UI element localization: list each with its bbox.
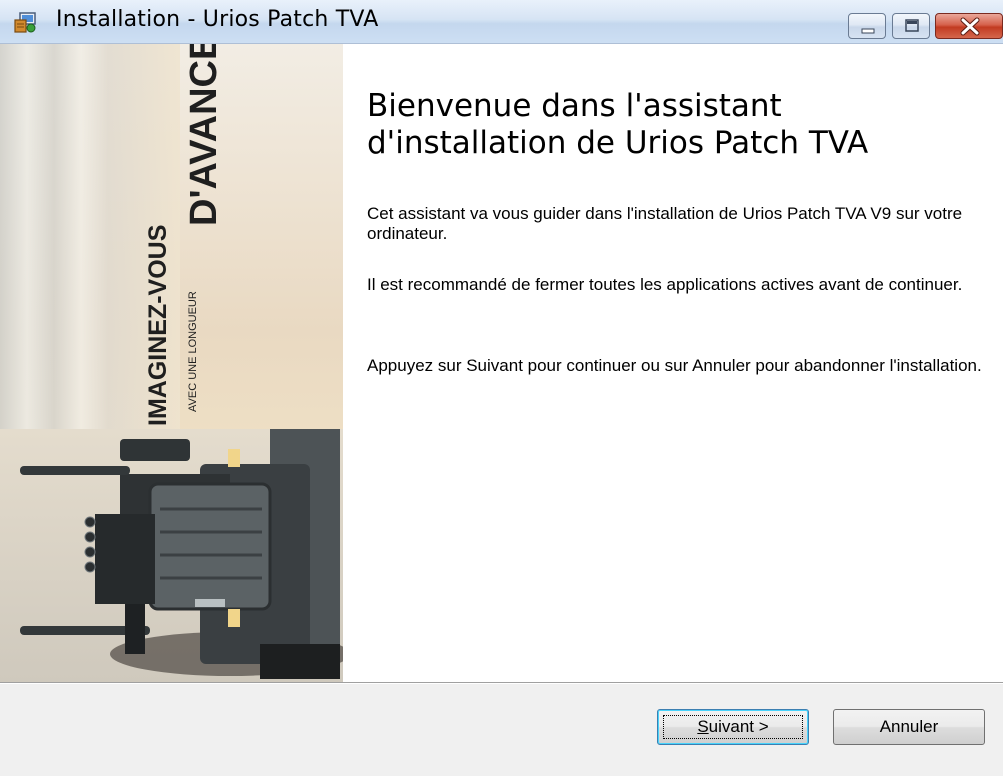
close-button[interactable] <box>935 13 1003 39</box>
welcome-panel: Bienvenue dans l'assistant d'installatio… <box>343 44 1003 682</box>
slogan-small-text: AVEC UNE LONGUEUR <box>187 291 199 412</box>
focus-rect <box>663 715 803 739</box>
welcome-heading: Bienvenue dans l'assistant d'installatio… <box>367 88 869 161</box>
slogan-big-text: D'AVANCE <box>183 44 225 226</box>
close-apps-paragraph: Il est recommandé de fermer toutes les a… <box>367 275 963 294</box>
maximize-icon <box>905 19 919 32</box>
cancel-button[interactable]: Annuler <box>833 709 985 745</box>
intro-paragraph: Cet assistant va vous guider dans l'inst… <box>367 204 963 243</box>
installer-window: Installation - Urios Patch TVA IMAGINEZ-… <box>0 0 1003 776</box>
slogan-main-text: IMAGINEZ-VOUS <box>144 225 172 426</box>
maximize-button[interactable] <box>892 13 930 39</box>
minimize-button[interactable] <box>848 13 886 39</box>
next-button[interactable]: Suivant > <box>657 709 809 745</box>
title-bar[interactable]: Installation - Urios Patch TVA <box>0 0 1003 44</box>
wizard-banner-image: IMAGINEZ-VOUS AVEC UNE LONGUEUR D'AVANCE <box>0 44 343 682</box>
wizard-footer: Suivant > Annuler <box>0 684 1003 776</box>
minimize-icon <box>861 28 875 34</box>
window-title: Installation - Urios Patch TVA <box>56 7 379 32</box>
installer-app-icon <box>14 11 38 33</box>
cancel-label: Annuler <box>879 717 939 736</box>
close-icon <box>960 17 980 36</box>
instructions-paragraph: Appuyez sur Suivant pour continuer ou su… <box>367 356 982 375</box>
